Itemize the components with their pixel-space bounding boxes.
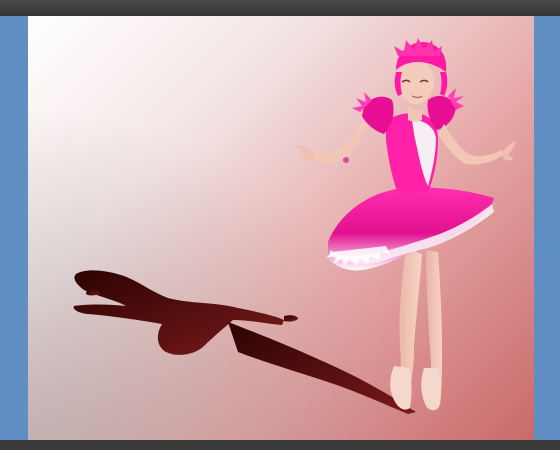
window-bottom-bar [0,440,560,450]
window-top-bar [0,0,560,16]
artwork-layer [73,38,516,414]
ballerina-shadow [73,270,416,414]
document-canvas[interactable] [28,16,534,440]
image-editor-window [0,0,560,450]
ballerina-figure [296,38,516,411]
